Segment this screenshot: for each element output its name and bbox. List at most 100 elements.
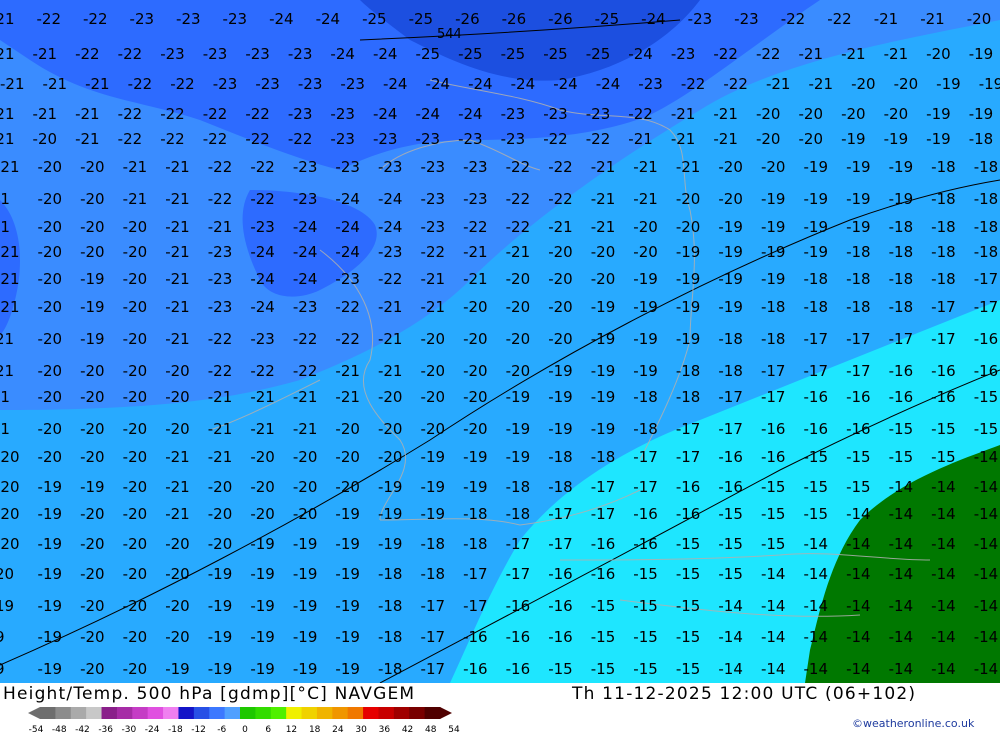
temperature-label: 20	[0, 565, 14, 583]
temperature-label: -21	[766, 75, 791, 93]
temperature-label: -1	[0, 420, 10, 438]
contour-label-544: 544	[437, 27, 462, 42]
temperature-label: -19	[633, 362, 658, 380]
temperature-label: -20	[38, 362, 63, 380]
temperature-label: -16	[463, 628, 488, 646]
temperature-label: -19	[38, 478, 63, 496]
temperature-label: -17	[633, 478, 658, 496]
temperature-label: -23	[288, 105, 313, 123]
scale-swatch	[240, 707, 256, 719]
temperature-label: -25	[409, 10, 434, 28]
temperature-label: -17	[761, 388, 786, 406]
temperature-label: -16	[718, 448, 743, 466]
temperature-label: -18	[931, 270, 956, 288]
temperature-label: -21	[165, 190, 190, 208]
temperature-label: -14	[974, 628, 999, 646]
temperature-label: -17	[676, 420, 701, 438]
temperature-label: -20	[80, 565, 105, 583]
temperature-label: -20	[0, 448, 20, 466]
temperature-label: -21	[208, 388, 233, 406]
temperature-label: -22	[208, 362, 233, 380]
temperature-label: -24	[373, 45, 398, 63]
temperature-label: -14	[974, 660, 999, 678]
temperature-label: -15	[804, 448, 829, 466]
temperature-label: -22	[681, 75, 706, 93]
temperature-label: -14	[931, 597, 956, 615]
temperature-label: -22	[203, 130, 228, 148]
temperature-label: -24	[293, 270, 318, 288]
temperature-label: -19	[676, 270, 701, 288]
temperature-label: -20	[38, 218, 63, 236]
temperature-label: -18	[676, 388, 701, 406]
scale-tick-label: -6	[217, 725, 226, 733]
temperature-label: -17	[889, 330, 914, 348]
temperature-label: -19	[591, 420, 616, 438]
temperature-label: -19	[38, 597, 63, 615]
temperature-label: -20	[38, 420, 63, 438]
temperature-label: -1	[0, 388, 10, 406]
temperature-label: -22	[245, 130, 270, 148]
temperature-label: -20	[250, 505, 275, 523]
temperature-label: -26	[502, 10, 527, 28]
temperature-label: -20	[80, 448, 105, 466]
temperature-label: -15	[633, 628, 658, 646]
temperature-label: -16	[931, 388, 956, 406]
temperature-label: -20	[378, 388, 403, 406]
temperature-label: -20	[335, 448, 360, 466]
temperature-label: -16	[506, 660, 531, 678]
scale-tick-label: 6	[265, 725, 271, 733]
temperature-label: -20	[633, 218, 658, 236]
temperature-label: -20	[165, 388, 190, 406]
temperature-label: -21	[335, 388, 360, 406]
temperature-label: -15	[633, 597, 658, 615]
temperature-label: -24	[373, 105, 398, 123]
temperature-label: -17	[421, 660, 446, 678]
temperature-label: -19	[335, 565, 360, 583]
scale-tick-label: -42	[75, 725, 90, 733]
scale-tick-label: -36	[98, 725, 113, 733]
scale-tick-label: 0	[242, 725, 248, 733]
temperature-label: -14	[804, 628, 829, 646]
scale-swatch	[209, 707, 226, 719]
credit-link[interactable]: ©weatheronline.co.uk	[852, 717, 974, 730]
temperature-label: -20	[123, 298, 148, 316]
temperature-label: -20	[123, 535, 148, 553]
temperature-label: -19	[293, 565, 318, 583]
temperature-label: -16	[889, 362, 914, 380]
temperature-label: -17	[548, 505, 573, 523]
temperature-label: -14	[889, 597, 914, 615]
temperature-label: -14	[931, 565, 956, 583]
temperature-label: -22	[293, 362, 318, 380]
temperature-label: -19	[926, 105, 951, 123]
scale-tick-label: 48	[425, 725, 437, 733]
temperature-label: -14	[974, 448, 999, 466]
temperature-label: -21	[0, 158, 20, 176]
temperature-label: -19	[378, 505, 403, 523]
temperature-label: 9	[0, 660, 5, 678]
temperature-label: -23	[378, 158, 403, 176]
temperature-label: -20	[718, 190, 743, 208]
temperature-label: -15	[718, 505, 743, 523]
temperature-label: -22	[118, 130, 143, 148]
temperature-label: -19	[335, 628, 360, 646]
temperature-label: -23	[213, 75, 238, 93]
temperature-label: -20	[463, 388, 488, 406]
temperature-label: -18	[889, 298, 914, 316]
temperature-label: -14	[889, 478, 914, 496]
temperature-label: -20	[80, 535, 105, 553]
temperature-label: -22	[288, 130, 313, 148]
temperature-label: -20	[123, 330, 148, 348]
temperature-label: -23	[421, 218, 446, 236]
temperature-label: -16	[846, 420, 871, 438]
temperature-label: -17	[591, 505, 616, 523]
temperature-label: -15	[846, 478, 871, 496]
scale-tick-label: 36	[379, 725, 391, 733]
scale-swatch	[393, 707, 410, 719]
temperature-label: -14	[889, 628, 914, 646]
temperature-label: -23	[416, 130, 441, 148]
weather-map-page: 544 -21 -22 -22 -23 -23 -23 -24 -24 -25 -25 -26 -26…	[0, 0, 1000, 733]
temperature-label: -21	[713, 130, 738, 148]
temperature-label: -19	[889, 158, 914, 176]
temperature-label: -18	[506, 478, 531, 496]
temperature-label: -22	[75, 45, 100, 63]
